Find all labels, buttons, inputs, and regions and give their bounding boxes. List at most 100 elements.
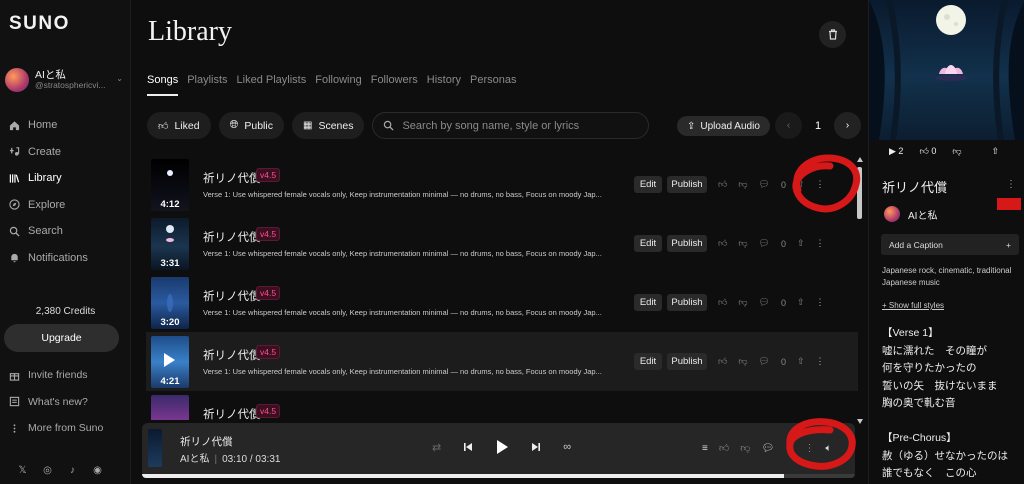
edit-button[interactable]: Edit bbox=[634, 353, 662, 370]
edit-button[interactable]: Edit bbox=[634, 235, 662, 252]
song-row[interactable]: 4:12 祈リノ代償 v4.5 Verse 1: Use whispered f… bbox=[146, 155, 858, 214]
edit-button[interactable]: Edit bbox=[634, 294, 662, 311]
song-row[interactable]: 4:21 祈リノ代償 v4.5 Verse 1: Use whispered f… bbox=[146, 332, 858, 391]
publish-button[interactable]: Publish bbox=[667, 235, 707, 252]
next-icon[interactable] bbox=[531, 442, 541, 452]
player-title[interactable]: 祈リノ代償 bbox=[180, 434, 233, 449]
edit-button[interactable]: Edit bbox=[634, 176, 662, 193]
trash-button[interactable] bbox=[819, 21, 846, 48]
tab-liked-playlists[interactable]: Liked Playlists bbox=[237, 74, 307, 96]
play-count[interactable]: ▶ 2 bbox=[889, 146, 903, 157]
scenes-filter-button[interactable]: ▦ Scenes bbox=[291, 112, 365, 139]
publish-button[interactable]: Publish bbox=[667, 353, 707, 370]
x-icon[interactable]: 𝕏 bbox=[17, 465, 28, 476]
like-count[interactable]: 👍︎ 0 bbox=[919, 146, 936, 157]
song-cover[interactable]: 4:21 bbox=[151, 336, 189, 388]
dislike-icon[interactable]: 👎︎ bbox=[740, 442, 750, 454]
dislike-icon[interactable]: 👎︎ bbox=[738, 297, 747, 308]
dislike-icon[interactable]: 👎︎ bbox=[738, 238, 747, 249]
comment-icon[interactable]: 💬︎ bbox=[759, 179, 770, 190]
sidebar-item-create[interactable]: Create bbox=[9, 139, 88, 166]
tab-following[interactable]: Following bbox=[315, 74, 361, 96]
tab-personas[interactable]: Personas bbox=[470, 74, 516, 96]
song-title[interactable]: 祈リノ代償 bbox=[203, 229, 261, 245]
scrollbar[interactable] bbox=[857, 155, 863, 424]
song-title[interactable]: 祈リノ代償 bbox=[203, 170, 261, 186]
publish-button[interactable]: Publish bbox=[667, 294, 707, 311]
more-options-icon[interactable]: ⋮ bbox=[816, 238, 825, 249]
scroll-thumb[interactable] bbox=[857, 167, 862, 219]
panel-artist[interactable]: AIと私 bbox=[884, 206, 937, 222]
discord-icon[interactable]: ◉ bbox=[92, 465, 103, 476]
add-caption-button[interactable]: Add a Caption + bbox=[881, 234, 1019, 255]
more-options-icon[interactable]: ⋮ bbox=[816, 179, 825, 190]
sidebar-item-notifications[interactable]: Notifications bbox=[9, 245, 88, 272]
repeat-icon[interactable]: ∞ bbox=[563, 441, 571, 453]
song-cover[interactable]: 3:20 bbox=[151, 277, 189, 329]
song-title[interactable]: 祈リノ代償 bbox=[203, 347, 261, 363]
song-cover[interactable] bbox=[151, 395, 189, 420]
previous-icon[interactable] bbox=[463, 442, 473, 452]
volume-icon[interactable]: 🔈︎ bbox=[826, 443, 832, 454]
song-row[interactable]: 3:20 祈リノ代償 v4.5 Verse 1: Use whispered f… bbox=[146, 273, 858, 332]
player-cover[interactable] bbox=[148, 429, 162, 467]
sidebar-item-library[interactable]: Library bbox=[9, 165, 88, 192]
song-title[interactable]: 祈リノ代償 bbox=[203, 406, 261, 420]
like-icon[interactable]: 👍︎ bbox=[719, 442, 729, 454]
play-icon[interactable] bbox=[164, 353, 175, 367]
more-options-icon[interactable]: ⋮ bbox=[805, 443, 815, 454]
share-icon[interactable]: ⇧ bbox=[992, 146, 1000, 157]
user-menu[interactable]: AIと私 @stratosphericvi... ⌄ bbox=[5, 68, 125, 92]
dislike-icon[interactable]: 👎︎ bbox=[738, 179, 747, 190]
like-icon[interactable]: 👍︎ bbox=[718, 179, 727, 190]
dislike-icon[interactable]: 👎︎ bbox=[952, 146, 961, 157]
more-options-icon[interactable]: ⋮ bbox=[816, 356, 825, 367]
song-cover[interactable]: 3:31 bbox=[151, 218, 189, 270]
prev-page-button[interactable]: ‹ bbox=[775, 112, 802, 139]
more-options-icon[interactable]: ⋮ bbox=[816, 297, 825, 308]
tiktok-icon[interactable]: ♪ bbox=[67, 465, 78, 476]
comment-icon[interactable]: 💬︎ bbox=[759, 238, 770, 249]
comment-icon[interactable]: 💬︎ bbox=[759, 297, 770, 308]
search-input[interactable]: Search by song name, style or lyrics bbox=[372, 112, 650, 139]
scroll-up-icon[interactable] bbox=[857, 157, 863, 162]
tab-songs[interactable]: Songs bbox=[147, 74, 179, 96]
publish-button[interactable]: Publish bbox=[667, 176, 707, 193]
song-row[interactable]: 3:31 祈リノ代償 v4.5 Verse 1: Use whispered f… bbox=[146, 214, 858, 273]
liked-filter-button[interactable]: 👍︎ Liked bbox=[147, 112, 211, 139]
player-progress[interactable] bbox=[142, 474, 855, 478]
cover-art[interactable] bbox=[869, 0, 1024, 140]
tab-history[interactable]: History bbox=[427, 74, 461, 96]
upgrade-button[interactable]: Upgrade bbox=[4, 324, 119, 352]
instagram-icon[interactable]: ◎ bbox=[42, 465, 53, 476]
share-icon[interactable]: ⇧ bbox=[785, 443, 793, 454]
like-icon[interactable]: 👍︎ bbox=[718, 356, 727, 367]
more-options-icon[interactable]: ⋮ bbox=[1006, 179, 1016, 190]
player-artist[interactable]: AIと私 bbox=[180, 454, 209, 465]
scroll-down-icon[interactable] bbox=[857, 419, 863, 424]
public-filter-button[interactable]: 🌐︎ Public bbox=[218, 112, 284, 139]
song-row[interactable]: 祈リノ代償 v4.5 bbox=[146, 391, 858, 420]
song-cover[interactable]: 4:12 bbox=[151, 159, 189, 211]
tab-playlists[interactable]: Playlists bbox=[187, 74, 227, 96]
share-icon[interactable]: ⇧ bbox=[797, 238, 805, 249]
song-title[interactable]: 祈リノ代償 bbox=[203, 288, 261, 304]
dislike-icon[interactable]: 👎︎ bbox=[738, 356, 747, 367]
sidebar-item-more-from-suno[interactable]: More from Suno bbox=[9, 415, 103, 442]
sidebar-item-home[interactable]: Home bbox=[9, 112, 88, 139]
show-full-styles-link[interactable]: + Show full styles bbox=[882, 301, 944, 310]
suno-logo[interactable]: SUNO bbox=[9, 13, 70, 35]
like-icon[interactable]: 👍︎ bbox=[718, 238, 727, 249]
share-icon[interactable]: ⇧ bbox=[797, 179, 805, 190]
share-icon[interactable]: ⇧ bbox=[797, 356, 805, 367]
sidebar-item-whats-new[interactable]: What's new? bbox=[9, 389, 103, 416]
play-icon[interactable] bbox=[495, 439, 509, 455]
comment-icon[interactable]: 💬︎ bbox=[759, 356, 770, 367]
sidebar-item-invite[interactable]: Invite friends bbox=[9, 362, 103, 389]
share-icon[interactable]: ⇧ bbox=[797, 297, 805, 308]
upload-audio-button[interactable]: ⇪ Upload Audio bbox=[677, 116, 770, 136]
next-page-button[interactable]: › bbox=[834, 112, 861, 139]
shuffle-icon[interactable]: ⇄ bbox=[432, 441, 441, 454]
comment-icon[interactable]: 💬︎ bbox=[761, 443, 774, 454]
sidebar-item-explore[interactable]: Explore bbox=[9, 192, 88, 219]
